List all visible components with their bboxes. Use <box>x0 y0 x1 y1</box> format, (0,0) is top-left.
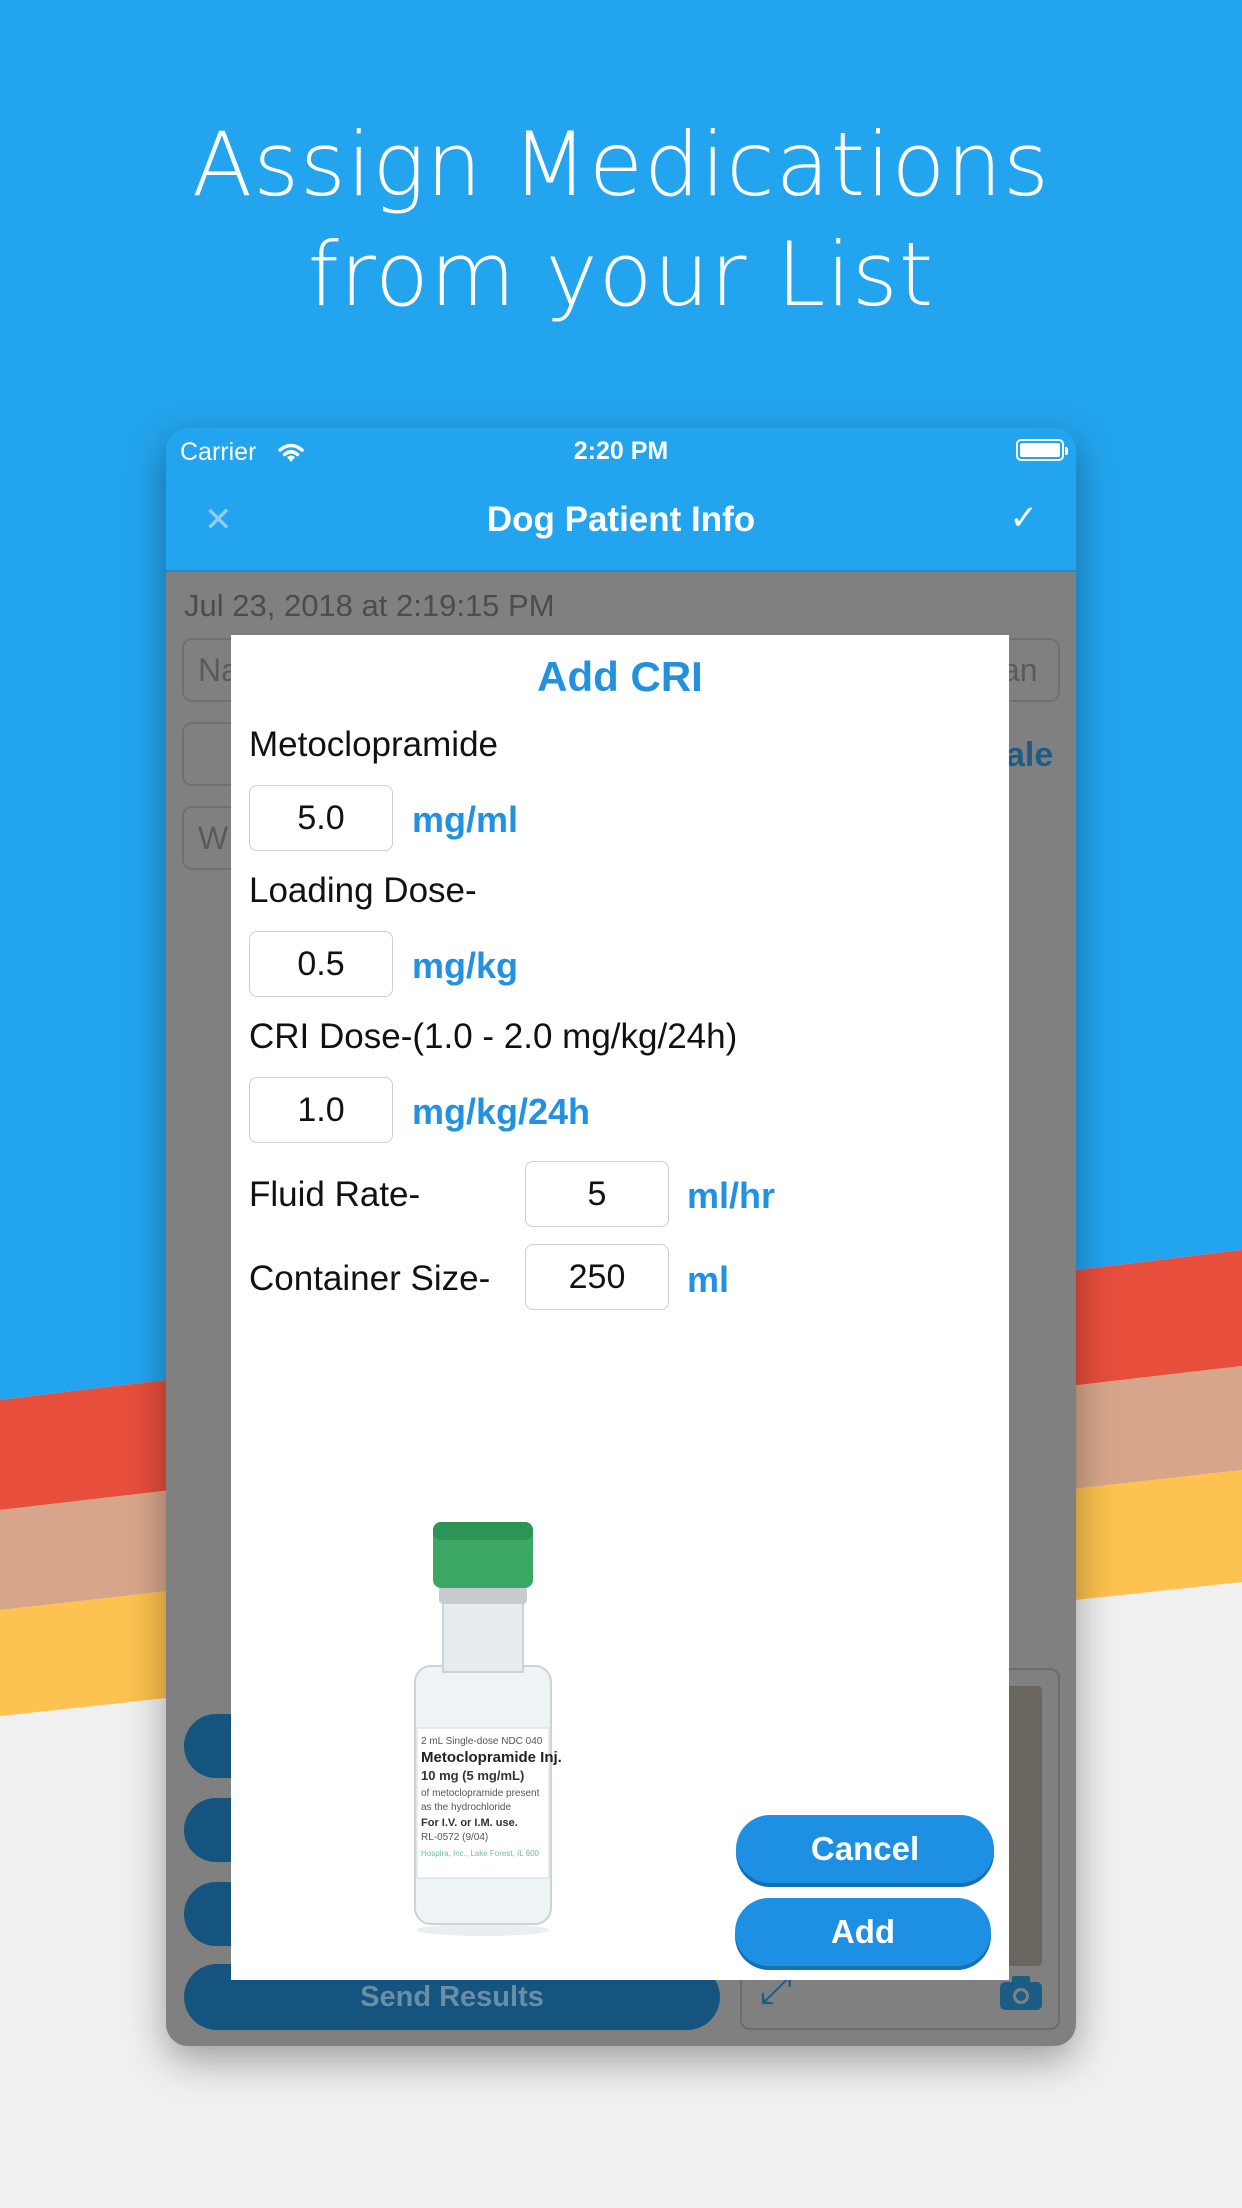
cri-dose-label: CRI Dose-(1.0 - 2.0 mg/kg/24h) <box>249 1017 737 1057</box>
cri-dose-unit: mg/kg/24h <box>412 1091 591 1132</box>
weight-field-text: W <box>198 820 229 856</box>
loading-dose-label: Loading Dose- <box>249 871 477 910</box>
medication-vial-image: 2 mL Single-dose NDC 040 Metoclopramide … <box>414 1522 562 1936</box>
sex-selector-label[interactable]: ale <box>1006 736 1053 775</box>
drug-name: Metoclopramide <box>249 725 498 764</box>
fluid-rate-unit: ml/hr <box>687 1175 776 1216</box>
vial-label-line-5: as the hydrochloride <box>421 1802 511 1813</box>
container-size-label: Container Size- <box>249 1259 491 1298</box>
breed-field[interactable]: an <box>1002 638 1060 702</box>
add-button[interactable]: Add <box>735 1898 991 1966</box>
cri-dose-range: (1.0 - 2.0 mg/kg/24h) <box>412 1017 738 1056</box>
headline-line-2: from your List <box>307 223 935 326</box>
add-cri-dialog: Add CRI Metoclopramide 5.0 mg/ml Loading… <box>231 635 1009 1980</box>
vial-label-line-2: Metoclopramide Inj. <box>421 1749 562 1766</box>
checkmark-icon[interactable]: ✓ <box>1010 498 1039 538</box>
clock: 2:20 PM <box>573 437 669 465</box>
vial-label-line-4: of metoclopramide present <box>421 1788 540 1799</box>
cri-dose-input[interactable]: 1.0 <box>249 1077 393 1143</box>
container-size-unit: ml <box>687 1259 730 1300</box>
status-bar: Carrier 2:20 PM <box>166 428 1076 478</box>
vial-label-line-3: 10 mg (5 mg/mL) <box>421 1768 524 1783</box>
cancel-button[interactable]: Cancel <box>736 1815 994 1883</box>
navigation-bar: ✕ Dog Patient Info ✓ <box>166 478 1076 572</box>
vial-label-line-8: Hospira, Inc., Lake Forest, IL 600 <box>421 1849 540 1858</box>
vial-label-line-7: RL-0572 (9/04) <box>421 1832 488 1843</box>
headline-line-1: Assign Medications <box>192 113 1050 216</box>
loading-dose-unit: mg/kg <box>412 945 519 986</box>
nav-title: Dog Patient Info <box>486 500 756 539</box>
fluid-rate-label: Fluid Rate- <box>249 1175 421 1214</box>
fluid-rate-input[interactable]: 5 <box>525 1161 669 1227</box>
loading-dose-input[interactable]: 0.5 <box>249 931 393 997</box>
cri-dose-label-text: CRI Dose- <box>249 1017 413 1056</box>
record-date: Jul 23, 2018 at 2:19:15 PM <box>184 588 555 623</box>
battery-icon <box>1016 439 1068 461</box>
vial-label-line-6: For I.V. or I.M. use. <box>421 1817 518 1829</box>
container-size-input[interactable]: 250 <box>525 1244 669 1310</box>
concentration-unit: mg/ml <box>412 799 519 840</box>
dialog-title: Add CRI <box>537 653 703 700</box>
vial-label-line-1: 2 mL Single-dose NDC 040 <box>421 1736 543 1747</box>
concentration-input[interactable]: 5.0 <box>249 785 393 851</box>
headline: Assign Medications from your List <box>0 110 1242 330</box>
